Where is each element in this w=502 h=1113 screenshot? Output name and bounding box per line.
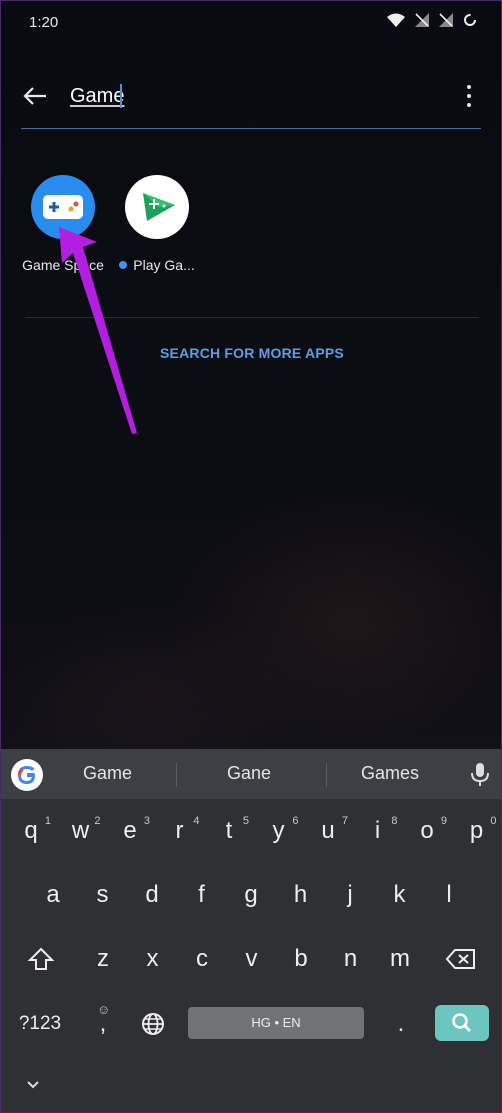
keyboard: Game Gane Games 1q2w3e4r5t6y7u8i9o0p asd… — [1, 749, 501, 1112]
google-icon[interactable] — [11, 759, 43, 791]
key-y[interactable]: 6y — [257, 809, 301, 853]
key-q[interactable]: 1q — [9, 809, 53, 853]
key-hint: 3 — [143, 815, 150, 827]
key-hint: 5 — [242, 815, 249, 827]
signal-off-icon — [439, 13, 453, 27]
globe-icon — [142, 1013, 164, 1035]
key-hint: 7 — [341, 815, 348, 827]
key-label: i — [374, 817, 381, 844]
search-icon — [452, 1013, 471, 1032]
overflow-menu-icon — [467, 85, 471, 89]
key-k[interactable]: k — [378, 873, 422, 917]
key-hint: 1 — [44, 815, 51, 827]
search-underline — [21, 128, 481, 129]
key-label: r — [175, 817, 184, 844]
comma-key[interactable]: ☺ , — [83, 1002, 123, 1046]
shift-icon — [27, 947, 55, 970]
key-label: o — [420, 817, 434, 844]
suggestion-1[interactable]: Game — [83, 763, 132, 784]
suggestion-bar: Game Gane Games — [1, 749, 501, 799]
search-input[interactable] — [70, 81, 370, 111]
app-label: Play Ga... — [133, 257, 195, 273]
key-f[interactable]: f — [180, 873, 224, 917]
key-j[interactable]: j — [328, 873, 372, 917]
key-hint: 8 — [391, 815, 398, 827]
app-result-play-games[interactable]: Play Ga... — [107, 175, 207, 273]
key-hint: 0 — [490, 815, 497, 827]
key-label: p — [469, 817, 484, 844]
key-v[interactable]: v — [230, 937, 274, 981]
space-bar[interactable]: HG • EN — [188, 1007, 364, 1039]
search-key[interactable] — [435, 1005, 489, 1041]
key-c[interactable]: c — [180, 937, 224, 981]
app-label: Game Space — [22, 257, 104, 273]
key-l[interactable]: l — [427, 873, 471, 917]
overflow-dot — [467, 94, 471, 98]
key-o[interactable]: 9o — [405, 809, 449, 853]
key-label: e — [123, 817, 137, 844]
loading-icon — [464, 14, 476, 26]
hide-keyboard-button[interactable] — [23, 1077, 43, 1093]
key-g[interactable]: g — [229, 873, 273, 917]
wifi-icon — [387, 13, 405, 27]
key-d[interactable]: d — [130, 873, 174, 917]
key-label: w — [71, 817, 90, 844]
backspace-icon — [445, 949, 475, 969]
suggestion-separator — [176, 763, 177, 787]
key-hint: 9 — [440, 815, 447, 827]
status-time: 1:20 — [29, 14, 59, 31]
status-icons — [387, 13, 477, 27]
key-a[interactable]: a — [31, 873, 75, 917]
key-label: t — [225, 817, 233, 844]
key-h[interactable]: h — [279, 873, 323, 917]
chevron-down-icon — [27, 1081, 39, 1089]
key-w[interactable]: 2w — [59, 809, 103, 853]
play-games-icon — [125, 175, 189, 239]
key-i[interactable]: 8i — [356, 809, 400, 853]
backspace-key[interactable] — [441, 937, 481, 981]
key-r[interactable]: 4r — [158, 809, 202, 853]
overflow-dot — [467, 103, 471, 107]
app-result-game-space[interactable]: Game Space — [13, 175, 113, 273]
back-button[interactable] — [19, 81, 51, 111]
key-u[interactable]: 7u — [306, 809, 350, 853]
key-p[interactable]: 0p — [455, 809, 499, 853]
period-key[interactable]: . — [385, 1002, 417, 1046]
key-label: q — [24, 817, 38, 844]
key-b[interactable]: b — [279, 937, 323, 981]
language-key[interactable] — [135, 1002, 171, 1046]
overflow-menu-button[interactable] — [457, 83, 481, 109]
mic-icon — [471, 763, 489, 786]
suggestion-3[interactable]: Games — [361, 763, 419, 784]
key-label: u — [321, 817, 335, 844]
shift-key[interactable] — [23, 937, 59, 981]
results-divider — [25, 317, 479, 318]
emoji-hint: ☺ — [97, 1002, 111, 1017]
suggestion-separator — [326, 763, 327, 787]
back-arrow-icon — [23, 87, 46, 105]
key-t[interactable]: 5t — [207, 809, 251, 853]
key-x[interactable]: x — [131, 937, 175, 981]
app-label-row: Play Ga... — [107, 257, 207, 273]
key-m[interactable]: m — [378, 937, 422, 981]
mic-button[interactable] — [469, 761, 491, 787]
game-space-icon — [31, 175, 95, 239]
key-z[interactable]: z — [81, 937, 125, 981]
key-n[interactable]: n — [329, 937, 373, 981]
key-hint: 6 — [292, 815, 299, 827]
key-s[interactable]: s — [81, 873, 125, 917]
suggestion-2[interactable]: Gane — [227, 763, 271, 784]
text-cursor — [120, 84, 122, 108]
new-app-dot — [119, 261, 128, 269]
key-e[interactable]: 3e — [108, 809, 152, 853]
key-label: y — [272, 817, 285, 844]
search-more-apps-link[interactable]: SEARCH FOR MORE APPS — [1, 345, 501, 361]
signal-off-icon — [415, 13, 429, 27]
key-hint: 2 — [94, 815, 101, 827]
screen: 1:20 Game Space — [0, 0, 502, 1113]
key-hint: 4 — [193, 815, 200, 827]
symbols-key[interactable]: ?123 — [11, 1002, 69, 1046]
